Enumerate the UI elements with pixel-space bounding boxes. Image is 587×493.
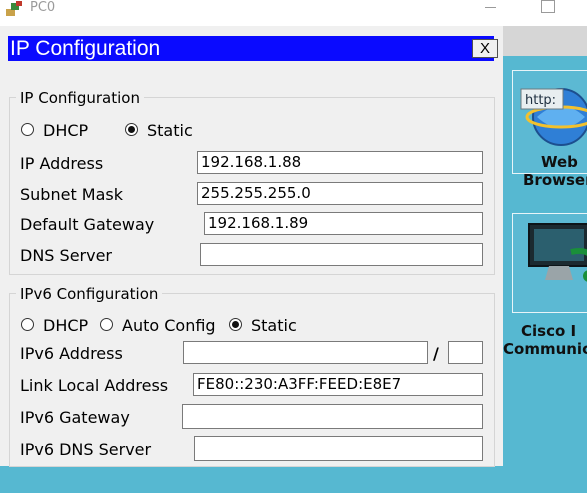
prefix-slash: / xyxy=(433,344,439,363)
web-browser-label-2: Browser xyxy=(523,171,587,189)
ipv6-address-field[interactable] xyxy=(183,341,428,364)
ipv4-static-radio[interactable] xyxy=(125,123,138,136)
ipv6-static-radio[interactable] xyxy=(229,318,242,331)
link-local-address-label: Link Local Address xyxy=(20,376,169,395)
window-titlebar: PC0 xyxy=(0,0,587,22)
close-button[interactable]: X xyxy=(472,39,498,58)
dns-server-field[interactable] xyxy=(200,243,483,266)
ipv4-dhcp-radio[interactable] xyxy=(21,123,34,136)
ipv6-auto-config-label: Auto Config xyxy=(122,316,216,335)
ipv4-static-label: Static xyxy=(147,121,193,140)
web-browser-icon-text: http: xyxy=(525,93,556,108)
ip-address-field[interactable]: 192.168.1.88 xyxy=(197,151,483,174)
ipv6-group-legend: IPv6 Configuration xyxy=(16,285,163,303)
window-title: PC0 xyxy=(30,0,56,15)
cisco-label-2: Communic xyxy=(503,340,587,358)
dns-server-label: DNS Server xyxy=(20,246,112,265)
ipv6-auto-config-radio[interactable] xyxy=(100,318,113,331)
dialog-title: IP Configuration xyxy=(10,37,161,60)
default-gateway-label: Default Gateway xyxy=(20,215,155,234)
ipv4-dhcp-label: DHCP xyxy=(43,121,89,140)
cisco-ip-communicator-icon xyxy=(528,223,587,282)
web-browser-tile[interactable]: http: Web Browser xyxy=(512,70,587,189)
ipv6-static-label: Static xyxy=(251,316,297,335)
subnet-mask-label: Subnet Mask xyxy=(20,185,124,204)
desktop-area: http: Web Browser Cisco I Communic xyxy=(503,56,587,493)
web-browser-icon: http: xyxy=(520,88,587,146)
ipv6-gateway-field[interactable] xyxy=(182,404,483,429)
subnet-mask-field[interactable]: 255.255.255.0 xyxy=(197,182,483,205)
pc-app-icon xyxy=(6,1,22,16)
ip-configuration-dialog: IP Configuration X IP Configuration DHCP… xyxy=(0,26,503,467)
cisco-label-1: Cisco I xyxy=(521,322,577,340)
dialog-titlebar: IP Configuration X xyxy=(8,36,498,61)
ipv6-address-label: IPv6 Address xyxy=(20,344,123,363)
ipv6-gateway-label: IPv6 Gateway xyxy=(20,408,130,427)
ipv6-prefix-field[interactable] xyxy=(448,341,483,364)
ipv6-dns-server-label: IPv6 DNS Server xyxy=(20,440,152,459)
ipv6-dns-server-field[interactable] xyxy=(194,436,483,461)
maximize-button[interactable] xyxy=(541,0,555,13)
web-browser-label-1: Web xyxy=(541,153,578,171)
ipv6-dhcp-radio[interactable] xyxy=(21,318,34,331)
ipv4-group-legend: IP Configuration xyxy=(16,89,144,107)
ipv6-dhcp-label: DHCP xyxy=(43,316,89,335)
desktop-area-bottom xyxy=(0,464,587,493)
ip-address-label: IP Address xyxy=(20,154,104,173)
desktop-toolbar-strip xyxy=(503,26,587,56)
link-local-address-field[interactable]: FE80::230:A3FF:FEED:E8E7 xyxy=(193,373,483,396)
default-gateway-field[interactable]: 192.168.1.89 xyxy=(204,212,483,235)
minimize-button[interactable] xyxy=(483,0,499,16)
cisco-ip-communicator-tile[interactable]: Cisco I Communic xyxy=(503,213,587,358)
